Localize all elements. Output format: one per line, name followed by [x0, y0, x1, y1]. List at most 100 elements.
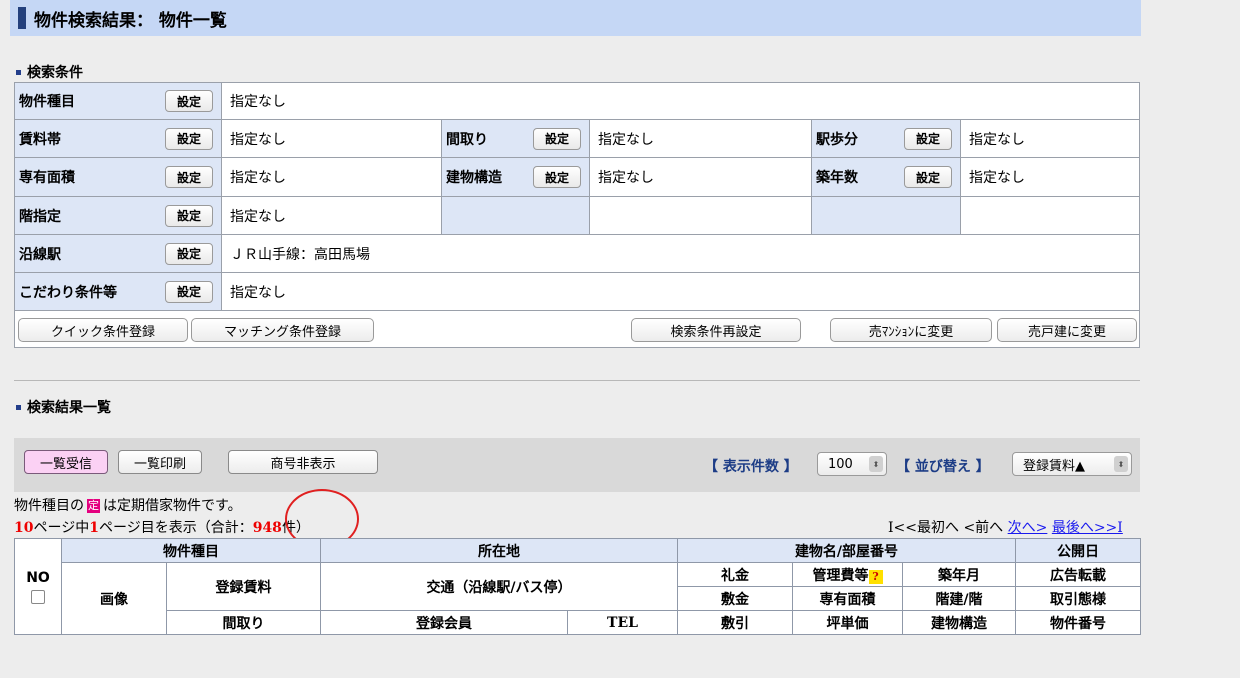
- set-button-structure[interactable]: 設定: [533, 166, 581, 188]
- condition-row-rent: 賃料帯 設定 指定なし 間取り 設定 指定なし 駅歩分 設定 指定なし: [15, 120, 1139, 158]
- last-page-link[interactable]: 最後へ>>I: [1052, 520, 1123, 536]
- col-property-no: 物件番号: [1015, 610, 1142, 635]
- change-to-house-button[interactable]: 売戸建に変更: [997, 318, 1137, 342]
- first-page-text: I<<最初へ: [888, 520, 959, 536]
- label-text: 間取り: [446, 131, 488, 148]
- col-ad-reprint: 広告転載: [1015, 562, 1142, 587]
- set-button-station[interactable]: 設定: [165, 242, 213, 265]
- label-text: 専有面積: [19, 170, 75, 186]
- label-property-type: 物件種目 設定: [15, 83, 222, 119]
- label-text: こだわり条件等: [19, 284, 117, 301]
- value-empty: [590, 197, 812, 234]
- bullet-square-icon: [16, 404, 21, 410]
- set-button-walk-minutes[interactable]: 設定: [904, 127, 952, 150]
- set-button-property-type[interactable]: 設定: [165, 90, 213, 112]
- value-walk-minutes: 指定なし: [969, 131, 1025, 148]
- condition-row-area: 専有面積 設定 指定なし 建物構造 設定 指定なし 築年数 設定 指定なし: [15, 158, 1139, 197]
- results-table: NO 物件種目 所在地 建物名/部屋番号 公開日 画像 登録賃料 交通（沿線駅/…: [14, 538, 1142, 635]
- label-station: 沿線駅 設定: [15, 235, 222, 272]
- col-building-name: 建物名/部屋番号: [676, 538, 1017, 563]
- label-structure: 建物構造 設定: [442, 158, 590, 196]
- fixed-term-badge: 定: [87, 499, 100, 513]
- condition-row-type: 物件種目 設定 指定なし: [15, 83, 1139, 120]
- sort-value: 登録賃料▲: [1023, 458, 1085, 474]
- next-page-link[interactable]: 次へ>: [1008, 520, 1048, 536]
- label-empty: [812, 197, 961, 234]
- select-arrows-icon: ⬍: [1114, 456, 1128, 472]
- title-marker: [18, 7, 26, 29]
- mgmt-fee-label: 管理費等: [812, 567, 869, 584]
- col-structure: 建物構造: [901, 610, 1017, 635]
- col-rent: 登録賃料: [166, 562, 321, 611]
- col-deduction: 敷引: [677, 610, 793, 635]
- condition-row-preferences: こだわり条件等 設定 指定なし: [15, 273, 1139, 311]
- result-summary: 10ページ中1ページ目を表示（合計：948件）: [14, 517, 310, 537]
- set-button-layout[interactable]: 設定: [533, 127, 581, 150]
- col-area: 専有面積: [792, 586, 903, 611]
- page-title-bar: 物件検索結果： 物件一覧: [10, 0, 1141, 36]
- sort-select[interactable]: 登録賃料▲ ⬍: [1012, 452, 1132, 476]
- label-area: 専有面積 設定: [15, 158, 222, 196]
- matching-condition-register-button[interactable]: マッチング条件登録: [191, 318, 374, 342]
- value-rent: 指定なし: [222, 120, 442, 157]
- quick-condition-register-button[interactable]: クイック条件登録: [18, 318, 188, 342]
- col-location: 所在地: [320, 538, 678, 563]
- conditions-heading-label: 検索条件: [27, 65, 83, 81]
- change-to-mansion-button[interactable]: 売ﾏﾝｼｮﾝに変更: [830, 318, 992, 342]
- col-built: 築年月: [901, 562, 1017, 587]
- set-button-building-age[interactable]: 設定: [904, 166, 952, 188]
- fixed-term-note: 物件種目の定は定期借家物件です。: [14, 495, 242, 515]
- value-layout: 指定なし: [590, 120, 812, 157]
- conditions-panel: 物件種目 設定 指定なし 賃料帯 設定 指定なし 間取り 設定 指定なし 駅歩分…: [14, 82, 1140, 348]
- col-floor: 階建/階: [901, 586, 1017, 611]
- value-building-age: 指定なし: [969, 170, 1025, 186]
- col-image: 画像: [61, 562, 167, 635]
- col-deposit: 敷金: [677, 586, 793, 611]
- summary-text: ページ中: [33, 520, 90, 536]
- sort-label: 【 並び替え 】: [896, 459, 990, 475]
- label-preferences: こだわり条件等 設定: [15, 273, 222, 310]
- select-all-checkbox[interactable]: [31, 589, 45, 604]
- set-button-preferences[interactable]: 設定: [165, 280, 213, 303]
- help-icon[interactable]: ?: [868, 569, 883, 584]
- total-count: 948: [252, 520, 282, 536]
- value-floor: 指定なし: [222, 197, 442, 234]
- set-button-area[interactable]: 設定: [165, 166, 213, 188]
- note-suffix: は定期借家物件です。: [103, 498, 242, 514]
- col-member: 登録会員: [320, 610, 568, 635]
- conditions-heading: 検索条件: [16, 62, 83, 82]
- set-button-rent[interactable]: 設定: [165, 127, 213, 150]
- label-layout: 間取り 設定: [442, 120, 590, 157]
- results-heading-label: 検索結果一覧: [27, 400, 111, 416]
- display-count-label: 【 表示件数 】: [704, 459, 798, 475]
- value-property-type: 指定なし: [230, 94, 286, 110]
- label-text: 沿線駅: [19, 246, 61, 263]
- col-tsubo-price: 坪単価: [792, 610, 903, 635]
- hide-trade-name-button[interactable]: 商号非表示: [228, 450, 378, 474]
- label-walk-minutes: 駅歩分 設定: [812, 120, 961, 157]
- label-empty: [442, 197, 590, 234]
- col-key-money: 礼金: [677, 562, 793, 587]
- reset-conditions-button[interactable]: 検索条件再設定: [631, 318, 801, 342]
- pagination: I<<最初へ <前へ 次へ> 最後へ>>I: [888, 517, 1123, 537]
- label-rent: 賃料帯 設定: [15, 120, 222, 157]
- print-list-button[interactable]: 一覧印刷: [118, 450, 202, 474]
- col-property-type: 物件種目: [61, 538, 321, 563]
- receive-list-button[interactable]: 一覧受信: [24, 450, 108, 474]
- no-label: NO: [26, 569, 50, 586]
- label-text: 駅歩分: [816, 131, 858, 148]
- col-mgmt-fee: 管理費等?: [792, 562, 903, 587]
- label-building-age: 築年数 設定: [812, 158, 961, 196]
- display-count-value: 100: [828, 456, 853, 472]
- label-text: 建物構造: [446, 170, 502, 186]
- condition-row-station: 沿線駅 設定 ＪＲ山手線：高田馬場: [15, 235, 1139, 273]
- col-tel: TEL: [567, 610, 678, 635]
- label-text: 物件種目: [19, 94, 75, 110]
- value-station: ＪＲ山手線：高田馬場: [230, 246, 370, 263]
- page-title: 物件検索結果： 物件一覧: [34, 10, 227, 31]
- bullet-square-icon: [16, 69, 21, 75]
- set-button-floor[interactable]: 設定: [165, 204, 213, 227]
- label-text: 賃料帯: [19, 131, 61, 148]
- col-no: NO: [14, 538, 62, 635]
- display-count-select[interactable]: 100 ⬍: [817, 452, 887, 476]
